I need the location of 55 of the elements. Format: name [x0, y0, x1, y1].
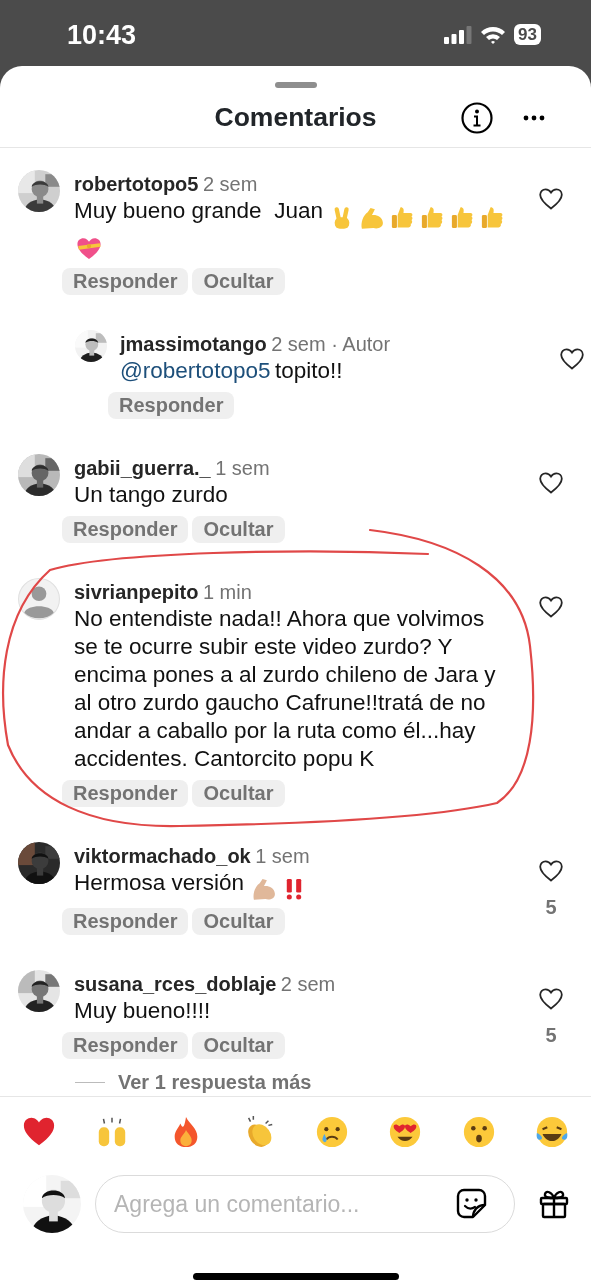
comment-field[interactable]: Agrega un comentario... — [95, 1175, 515, 1233]
like-icon[interactable] — [560, 347, 584, 370]
comment-action-button[interactable]: Responder — [62, 515, 189, 543]
signal-icon — [444, 25, 473, 44]
wifi-icon — [480, 25, 507, 44]
comment-action-button[interactable]: Responder — [62, 908, 189, 936]
comment-action-button[interactable]: Responder — [62, 267, 189, 295]
comment-action-button[interactable]: Responder — [62, 779, 189, 807]
like-icon[interactable] — [539, 471, 563, 494]
comment-time: 2 sem · Autor — [271, 332, 391, 355]
clock-time: 10:43 — [67, 22, 137, 48]
gift-icon[interactable] — [539, 1189, 569, 1219]
comment-time: 1 min — [202, 580, 252, 603]
mention-link[interactable]: @robertotopo5 — [120, 357, 271, 383]
like-count: 5 — [545, 894, 557, 920]
comment-time: 1 sem — [255, 844, 310, 867]
username[interactable]: robertotopo5 — [74, 173, 199, 195]
info-icon[interactable] — [461, 101, 493, 134]
comment-action-button[interactable]: Responder — [62, 1032, 189, 1060]
surprised-face-icon[interactable] — [461, 1115, 496, 1149]
more-options-icon[interactable] — [523, 114, 545, 121]
comment-text: Hermosa versión — [74, 869, 245, 895]
view-replies-link[interactable]: Ver 1 respuesta más — [118, 1067, 312, 1096]
crying-face-icon[interactable] — [315, 1115, 350, 1149]
comment-action-button[interactable]: Ocultar — [192, 779, 285, 807]
username[interactable]: sivrianpepito — [74, 580, 199, 603]
comment-action-button[interactable]: Ocultar — [192, 1032, 285, 1060]
comment-text: Un tango zurdo — [74, 481, 228, 507]
comment-action-button[interactable]: Ocultar — [192, 515, 285, 543]
comment-action-button[interactable]: Ocultar — [192, 908, 285, 936]
sheet-title: Comentarios — [213, 100, 378, 134]
sticker-icon[interactable] — [456, 1188, 487, 1219]
comment-text: No entendiste nada!! Ahora que volvimos se te ocurre subir este video zurdo? Y encima pones a al zurdo chileno de Jara y al otro zurdo gaucho Cafrune!!tratá de no andar a caballo por la ruta como él...hay accidentes. Cantorcito popu K — [74, 605, 497, 771]
username[interactable]: gabii_guerra._ — [74, 456, 211, 479]
drag-handle[interactable] — [274, 82, 317, 88]
comment-time: 2 sem — [280, 973, 336, 996]
like-icon[interactable] — [539, 859, 563, 882]
like-icon[interactable] — [539, 988, 563, 1011]
default-avatar-icon — [18, 577, 60, 620]
laughing-face-icon[interactable] — [534, 1115, 569, 1149]
like-icon[interactable] — [539, 595, 563, 618]
battery-level: 93 — [514, 24, 541, 45]
like-icon[interactable] — [539, 188, 563, 210]
comment-text: Muy bueno!!!! — [74, 998, 211, 1024]
comment-action-button[interactable]: Responder — [108, 391, 235, 419]
heart-eyes-face-icon[interactable] — [388, 1115, 423, 1149]
like-count: 5 — [545, 1023, 557, 1049]
username[interactable]: susana_rces_doblaje — [74, 973, 277, 996]
username[interactable]: jmassimotango — [120, 332, 267, 355]
username[interactable]: viktormachado_ok — [74, 844, 251, 867]
comment-text: topito!! — [274, 357, 343, 383]
comment-time: 1 sem — [215, 456, 270, 479]
comment-text: Muy bueno grande Juan — [74, 198, 323, 223]
comment-time: 2 sem — [202, 173, 258, 195]
comment-action-button[interactable]: Ocultar — [192, 267, 285, 295]
